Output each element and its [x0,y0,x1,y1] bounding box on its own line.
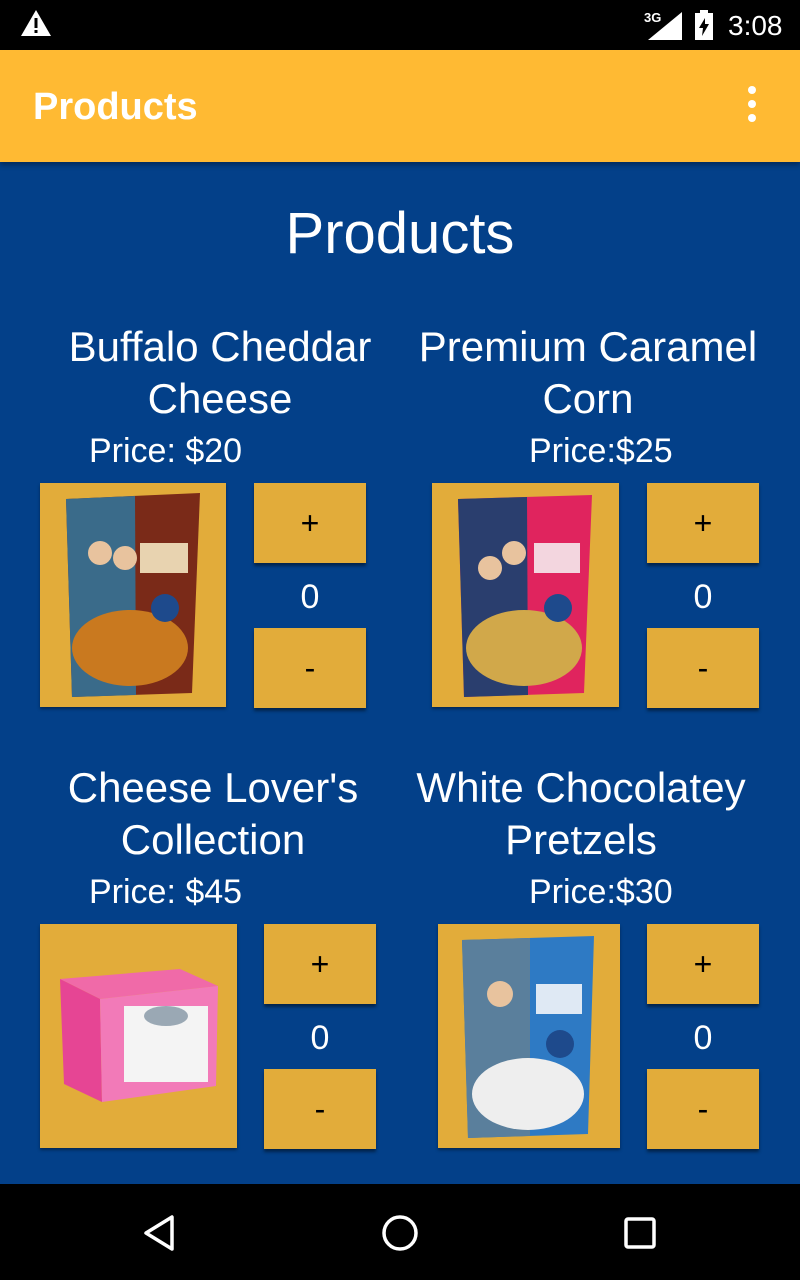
product-name: Premium Caramel Corn [408,321,768,425]
product-name-line2: Collection [120,816,306,863]
product-name-line1: Cheese Lover's [67,764,359,811]
snack-bag-image [66,493,200,697]
product-name-line1: Buffalo Cheddar [68,323,372,370]
product-price: Price: $45 [89,873,243,911]
product-price: Price:$30 [529,873,673,911]
increment-button[interactable]: + [647,924,759,1004]
quantity-value: 0 [693,1019,713,1057]
quantity-value: 0 [300,578,320,616]
snack-bag-image [462,936,594,1138]
increment-button[interactable]: + [254,483,366,563]
product-image [438,924,620,1148]
quantity-value: 0 [693,578,713,616]
product-name: White Chocolatey Pretzels [401,762,761,866]
back-icon[interactable] [135,1208,185,1258]
decrement-button[interactable]: - [254,628,366,708]
status-bar: 3G 3:08 [0,0,800,50]
battery-icon [695,10,713,40]
product-name-line1: White Chocolatey [416,764,746,811]
decrement-button[interactable]: - [647,1069,759,1149]
clock: 3:08 [728,10,783,41]
product-name-line2: Corn [542,375,634,422]
product-price: Price:$25 [529,432,673,470]
app-bar: Products [0,50,800,162]
product-image [40,483,226,707]
recents-icon[interactable] [615,1208,665,1258]
product-name-line1: Premium Caramel [418,323,758,370]
page-heading: Products [285,201,515,266]
product-name-line2: Cheese [147,375,293,422]
product-name-line2: Pretzels [505,816,657,863]
signal-icon [648,12,682,40]
gift-box-image [60,969,218,1102]
quantity-value: 0 [310,1019,330,1057]
product-price: Price: $20 [89,432,243,470]
increment-button[interactable]: + [647,483,759,563]
product-name: Buffalo Cheddar Cheese [40,321,400,425]
product-name: Cheese Lover's Collection [33,762,393,866]
product-image [40,924,237,1148]
home-icon[interactable] [375,1208,425,1258]
decrement-button[interactable]: - [647,628,759,708]
warning-icon [21,10,51,36]
app-title: Products [33,86,198,128]
navigation-bar [0,1184,800,1280]
overflow-menu-icon[interactable] [737,86,767,130]
decrement-button[interactable]: - [264,1069,376,1149]
product-image [432,483,619,707]
increment-button[interactable]: + [264,924,376,1004]
snack-bag-image [458,495,592,697]
